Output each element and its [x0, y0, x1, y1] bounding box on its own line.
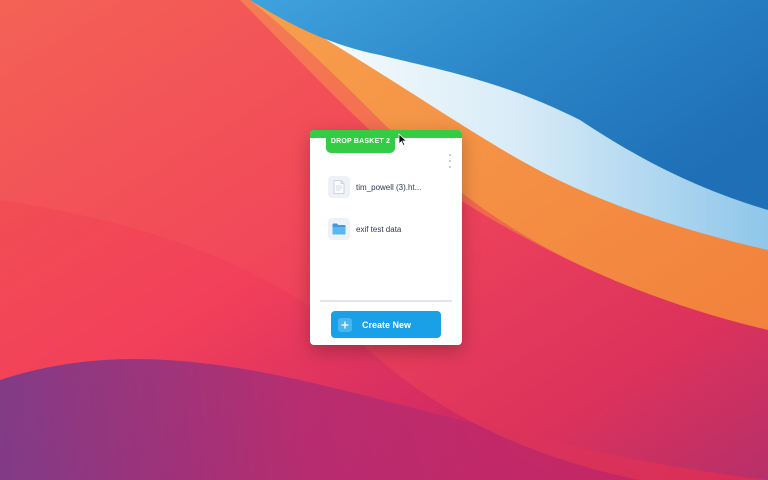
vertical-ellipsis-icon [449, 154, 451, 156]
create-new-label: Create New [362, 319, 412, 330]
ellipsis-dot [449, 160, 451, 162]
create-new-button[interactable]: Create New [331, 311, 441, 338]
basket-item-folder[interactable]: exif test data [328, 218, 453, 240]
plus-icon [338, 317, 352, 332]
document-icon [328, 176, 350, 198]
basket-item-list: tim_powell (3).ht... exif test data [328, 176, 453, 260]
more-options-button[interactable] [446, 154, 454, 168]
basket-item-label: exif test data [356, 224, 402, 234]
basket-divider [320, 300, 452, 302]
basket-title-tab[interactable]: DROP BASKET 2 [326, 130, 395, 153]
ellipsis-dot [449, 166, 451, 168]
basket-item-file[interactable]: tim_powell (3).ht... [328, 176, 453, 198]
drop-basket-window: DROP BASKET 2 tim_powell (3).ht... exif … [310, 130, 462, 345]
basket-item-label: tim_powell (3).ht... [356, 182, 422, 192]
mouse-pointer-icon [398, 133, 408, 147]
folder-icon [328, 218, 350, 240]
